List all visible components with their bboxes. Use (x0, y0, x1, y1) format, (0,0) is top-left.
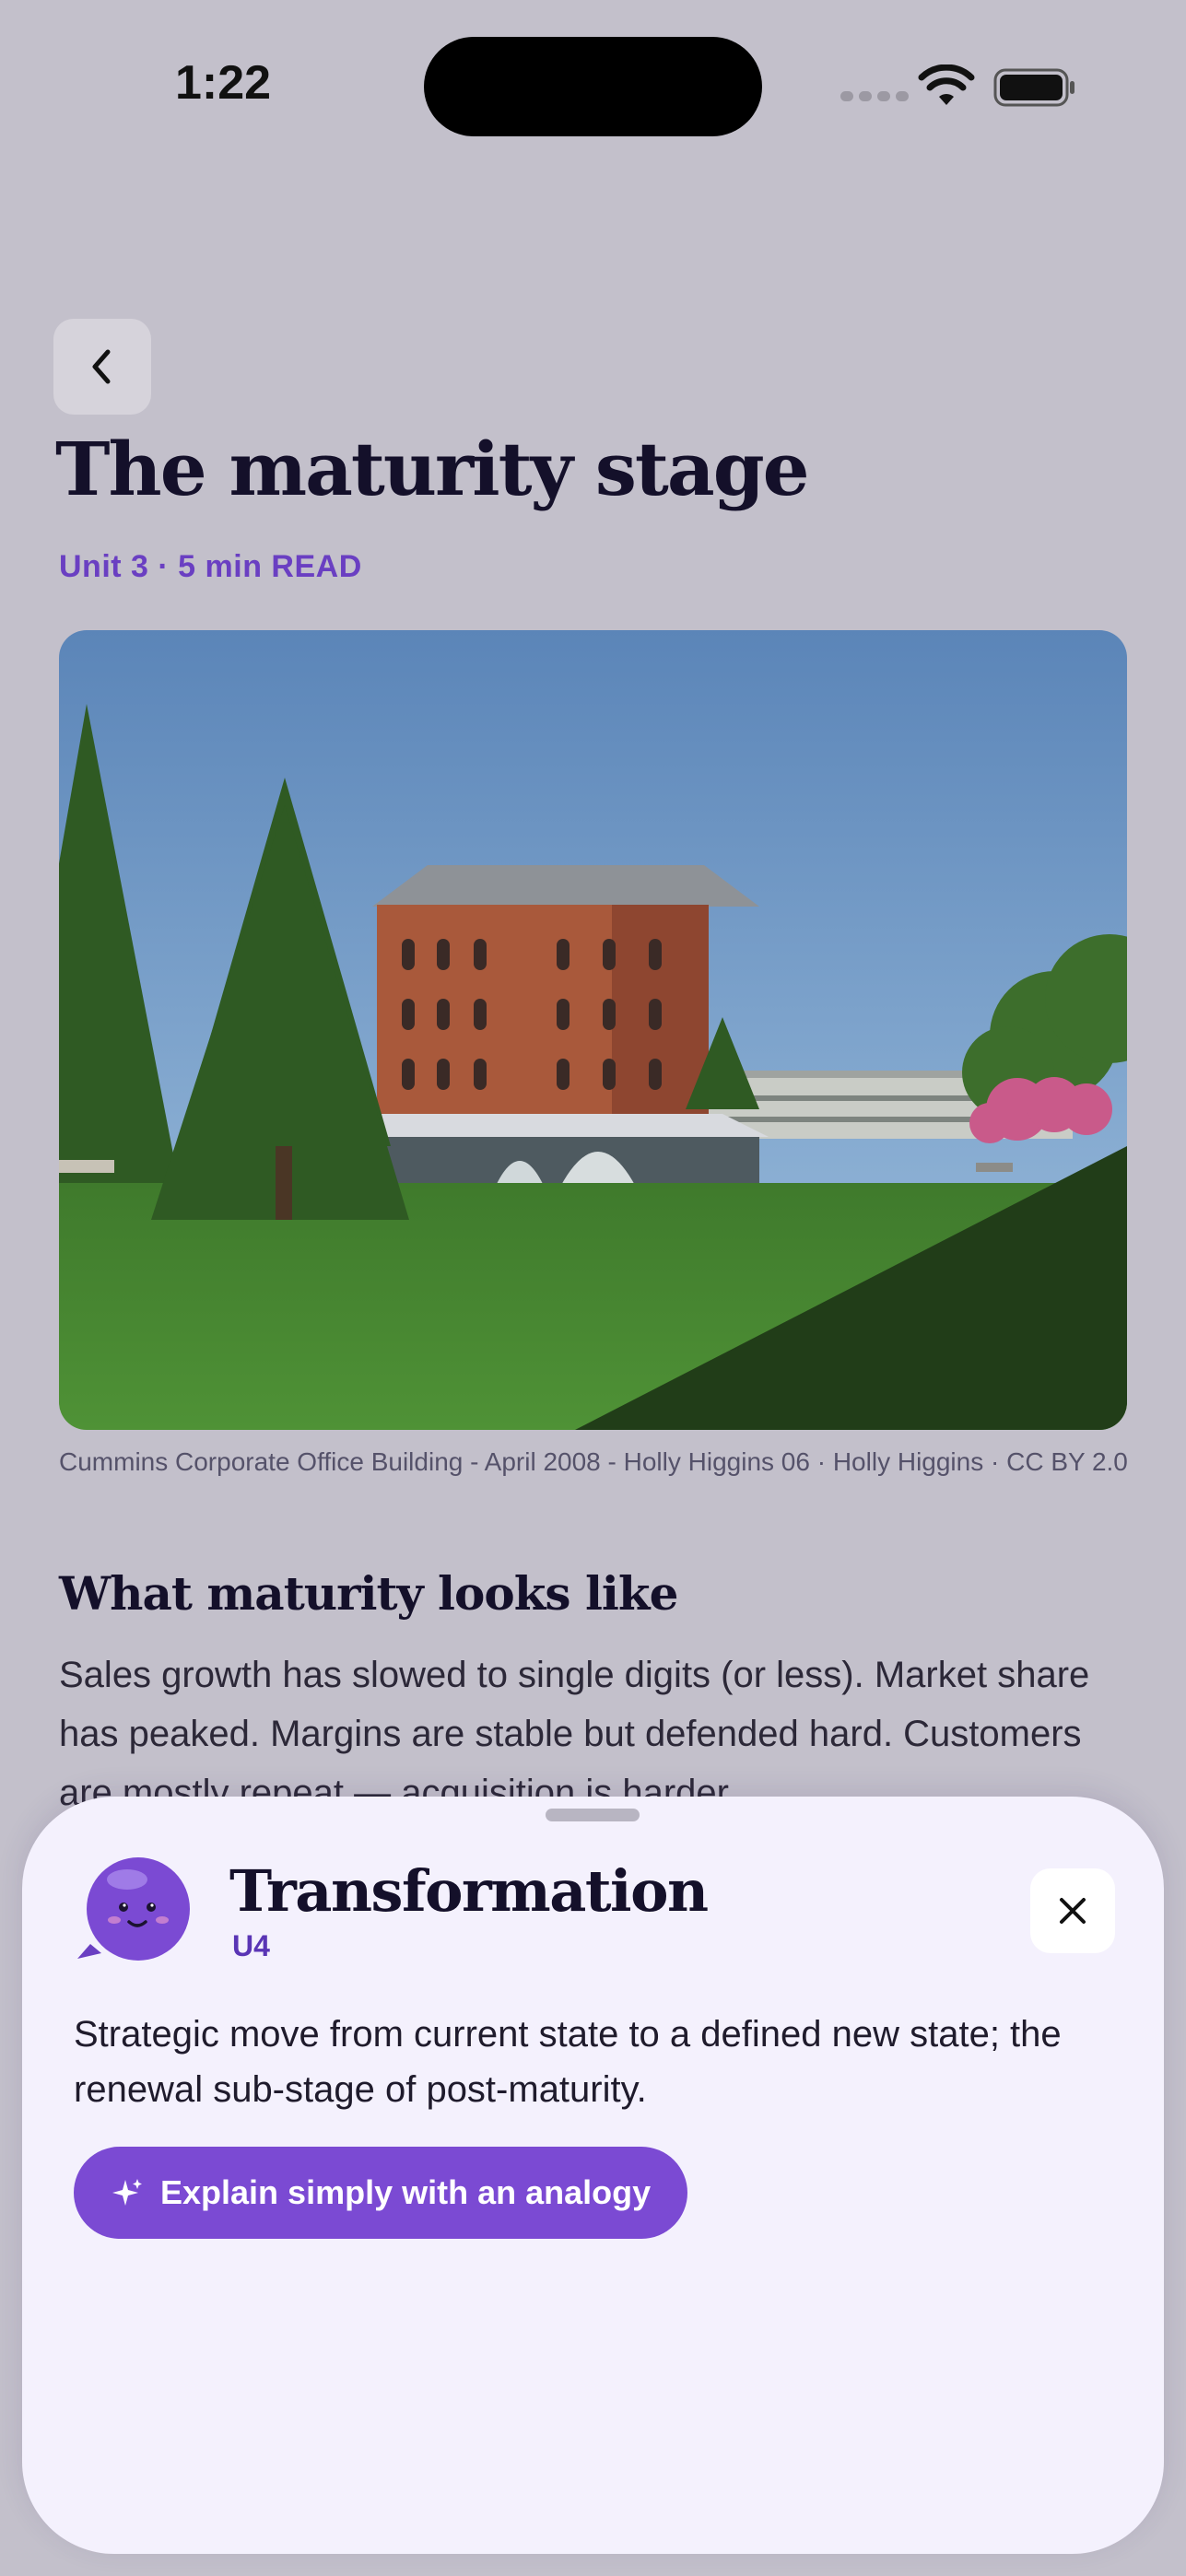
term-unit-badge: U4 (232, 1929, 270, 1962)
back-button[interactable] (53, 319, 151, 415)
sheet-grabber[interactable] (546, 1809, 640, 1821)
close-button[interactable] (1030, 1868, 1115, 1953)
section-heading: What maturity looks like (59, 1566, 678, 1621)
wifi-icon (918, 64, 975, 105)
term-definition: Strategic move from current state to a d… (74, 2014, 1062, 2110)
image-caption: Cummins Corporate Office Building - Apri… (59, 1447, 1128, 1476)
explain-analogy-button[interactable]: Explain simply with an analogy (74, 2147, 688, 2239)
battery-icon (993, 68, 1074, 107)
hero-image (59, 630, 1127, 1430)
term-bottom-sheet: Transformation U4 Strategic move from cu… (22, 1797, 1164, 2554)
explain-analogy-label: Explain simply with an analogy (160, 2173, 652, 2211)
sparkle-icon (112, 2179, 142, 2206)
term-title: Transformation (229, 1857, 709, 1925)
status-bar: 1:22 (0, 0, 1186, 175)
chevron-left-icon (92, 349, 111, 384)
page-title: The maturity stage (55, 426, 810, 512)
close-icon (1060, 1898, 1086, 1924)
dynamic-island (424, 37, 762, 136)
unit-meta: Unit 3 · 5 min READ (59, 549, 362, 584)
purple-blob-mascot-icon (77, 1857, 190, 1961)
status-time: 1:22 (175, 56, 272, 110)
cellular-signal-icon (840, 91, 909, 101)
